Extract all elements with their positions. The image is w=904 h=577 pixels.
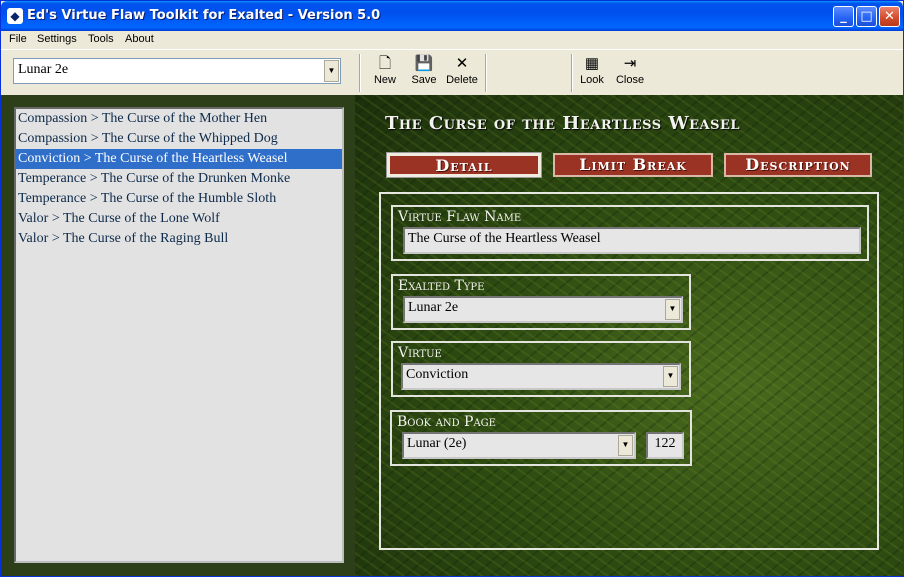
close-button[interactable]: ⇥ Close xyxy=(610,54,650,92)
close-button-label: Close xyxy=(615,74,645,86)
type-group: Exalted Type Lunar 2e ▼ xyxy=(391,274,691,330)
virtue-group: Virtue Conviction ▼ xyxy=(391,341,691,397)
exit-door-icon: ⇥ xyxy=(623,55,637,72)
exalted-type-select[interactable]: Lunar 2e ▼ xyxy=(13,58,341,84)
list-item[interactable]: Valor > The Curse of the Raging Bull xyxy=(16,229,342,249)
flaw-name-value: The Curse of the Heartless Weasel xyxy=(408,231,601,246)
list-item[interactable]: Temperance > The Curse of the Drunken Mo… xyxy=(16,169,342,189)
maximize-button[interactable]: □ xyxy=(856,6,877,27)
app-icon[interactable]: ◆ xyxy=(7,8,23,24)
list-item[interactable]: Compassion > The Curse of the Whipped Do… xyxy=(16,129,342,149)
menu-bar: File Settings Tools About xyxy=(1,31,903,49)
save-button[interactable]: 💾 Save xyxy=(404,54,444,92)
detail-pane: The Curse of the Heartless Weasel Detail… xyxy=(355,95,903,576)
main-area: Compassion > The Curse of the Mother Hen… xyxy=(1,95,903,576)
chevron-down-icon[interactable]: ▼ xyxy=(324,60,339,82)
book-group: Book and Page Lunar (2e) ▼ 122 xyxy=(390,410,692,466)
menu-tools[interactable]: Tools xyxy=(88,33,114,45)
tab-limit-break[interactable]: Limit Break xyxy=(553,153,713,177)
list-item[interactable]: Compassion > The Curse of the Mother Hen xyxy=(16,109,342,129)
close-window-button[interactable]: ✕ xyxy=(879,6,900,27)
flaw-name-field[interactable]: The Curse of the Heartless Weasel xyxy=(403,227,861,254)
save-button-label: Save xyxy=(411,74,437,86)
exalted-type-select-value: Lunar 2e xyxy=(18,62,69,77)
floppy-disk-icon: 💾 xyxy=(414,55,434,72)
book-field[interactable]: Lunar (2e) ▼ xyxy=(402,432,636,459)
delete-button-label: Delete xyxy=(446,74,478,86)
list-item[interactable]: Valor > The Curse of the Lone Wolf xyxy=(16,209,342,229)
menu-about[interactable]: About xyxy=(125,33,154,45)
exalted-type-field[interactable]: Lunar 2e ▼ xyxy=(403,296,683,323)
type-label: Exalted Type xyxy=(398,278,485,294)
exalted-type-value: Lunar 2e xyxy=(408,300,459,315)
app-window: ◆ Ed's Virtue Flaw Toolkit for Exalted -… xyxy=(0,0,904,577)
book-value: Lunar (2e) xyxy=(407,436,467,451)
chevron-down-icon[interactable]: ▼ xyxy=(665,299,680,320)
look-button-label: Look xyxy=(580,74,604,86)
toolbar: Lunar 2e ▼ 🗋 New 💾 Save ✕ Delete ▦ Look … xyxy=(1,49,903,95)
detail-panel: Virtue Flaw Name The Curse of the Heartl… xyxy=(379,192,879,550)
chevron-down-icon[interactable]: ▼ xyxy=(618,435,633,456)
virtue-label: Virtue xyxy=(398,345,442,361)
list-item[interactable]: Temperance > The Curse of the Humble Slo… xyxy=(16,189,342,209)
toolbar-separator xyxy=(359,54,361,92)
virtue-field[interactable]: Conviction ▼ xyxy=(401,363,681,390)
tab-detail[interactable]: Detail xyxy=(386,152,542,178)
menu-settings[interactable]: Settings xyxy=(37,33,77,45)
virtue-flaw-list[interactable]: Compassion > The Curse of the Mother Hen… xyxy=(14,107,344,563)
minimize-button[interactable]: _ xyxy=(833,6,854,27)
tab-description[interactable]: Description xyxy=(724,153,872,177)
left-pane: Compassion > The Curse of the Mother Hen… xyxy=(1,95,355,576)
menu-file[interactable]: File xyxy=(9,33,27,45)
page-field[interactable]: 122 xyxy=(646,432,684,459)
new-file-icon: 🗋 xyxy=(378,55,392,72)
new-button[interactable]: 🗋 New xyxy=(365,54,405,92)
virtue-value: Conviction xyxy=(406,367,469,382)
name-group: Virtue Flaw Name The Curse of the Heartl… xyxy=(391,205,869,261)
x-icon: ✕ xyxy=(455,55,469,72)
new-button-label: New xyxy=(373,74,396,86)
book-label: Book and Page xyxy=(397,414,496,430)
list-item[interactable]: Conviction > The Curse of the Heartless … xyxy=(16,149,342,169)
look-icon: ▦ xyxy=(584,55,600,72)
toolbar-separator xyxy=(485,54,487,92)
title-bar[interactable]: ◆ Ed's Virtue Flaw Toolkit for Exalted -… xyxy=(1,1,903,31)
page-value: 122 xyxy=(654,436,676,451)
flaw-heading: The Curse of the Heartless Weasel xyxy=(385,113,741,134)
chevron-down-icon[interactable]: ▼ xyxy=(663,366,678,387)
delete-button[interactable]: ✕ Delete xyxy=(442,54,482,92)
look-button[interactable]: ▦ Look xyxy=(572,54,612,92)
window-title: Ed's Virtue Flaw Toolkit for Exalted - V… xyxy=(27,8,381,23)
name-label: Virtue Flaw Name xyxy=(398,209,522,225)
